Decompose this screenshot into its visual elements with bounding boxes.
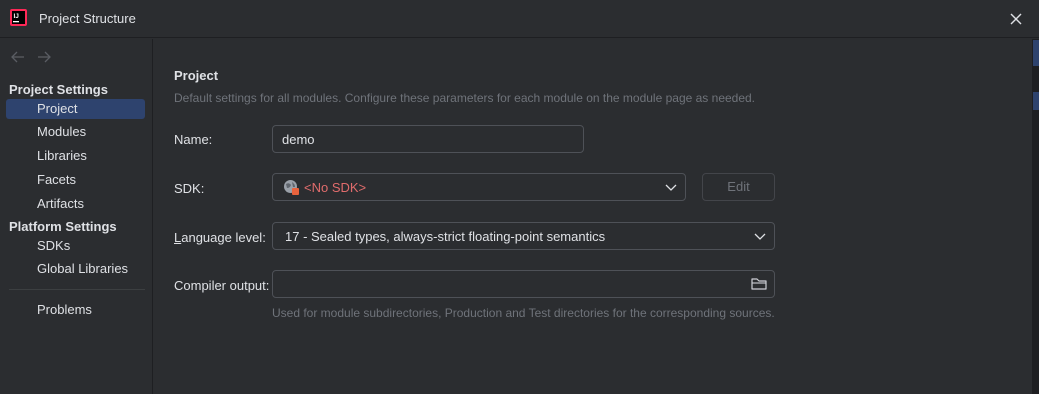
sidebar-item-libraries[interactable]: Libraries	[6, 146, 145, 166]
chevron-down-icon	[665, 184, 677, 191]
sidebar-item-facets[interactable]: Facets	[6, 170, 145, 190]
sidebar-item-sdks[interactable]: SDKs	[6, 236, 145, 256]
sdk-combo[interactable]: <No SDK>	[272, 173, 686, 201]
sidebar: Project Settings Project Modules Librari…	[0, 39, 153, 394]
sidebar-item-global-libraries[interactable]: Global Libraries	[6, 259, 145, 279]
background-window-selection	[1033, 92, 1039, 110]
name-field[interactable]	[272, 125, 584, 153]
language-level-label-text: anguage level:	[181, 230, 266, 245]
svg-text:IJ: IJ	[14, 13, 20, 20]
window-title: Project Structure	[39, 11, 136, 26]
background-window-tab	[1033, 40, 1039, 66]
group-project-settings: Project Settings	[9, 82, 108, 97]
project-settings-panel: Project Default settings for all modules…	[154, 39, 1032, 394]
section-title: Project	[174, 68, 219, 83]
title-bar: IJ Project Structure	[0, 0, 1039, 38]
group-platform-settings: Platform Settings	[9, 219, 117, 234]
close-icon[interactable]	[1006, 9, 1026, 29]
compiler-output-field[interactable]	[272, 270, 775, 298]
sidebar-item-project[interactable]: Project	[6, 99, 145, 119]
compiler-output-label: Compiler output:	[174, 278, 270, 293]
compiler-output-hint: Used for module subdirectories, Producti…	[272, 306, 775, 320]
folder-icon[interactable]	[750, 276, 768, 292]
sidebar-divider	[9, 289, 145, 290]
chevron-down-icon	[754, 233, 766, 240]
intellij-icon: IJ	[10, 9, 27, 26]
sdk-value: <No SDK>	[304, 180, 367, 195]
language-level-combo[interactable]: 17 - Sealed types, always-strict floatin…	[272, 222, 775, 250]
sdk-label: SDK:	[174, 181, 205, 196]
sidebar-item-problems[interactable]: Problems	[6, 300, 145, 320]
sdk-edit-button[interactable]: Edit	[702, 173, 775, 201]
sdk-globe-icon	[284, 180, 299, 195]
name-label: Name:	[174, 132, 213, 147]
section-description: Default settings for all modules. Config…	[174, 91, 756, 105]
sidebar-item-modules[interactable]: Modules	[6, 122, 145, 142]
arrow-right-icon[interactable]	[36, 49, 52, 65]
sidebar-item-artifacts[interactable]: Artifacts	[6, 194, 145, 214]
language-level-value: 17 - Sealed types, always-strict floatin…	[285, 229, 606, 244]
arrow-left-icon[interactable]	[10, 49, 26, 65]
language-level-label: Language level:	[174, 230, 266, 245]
